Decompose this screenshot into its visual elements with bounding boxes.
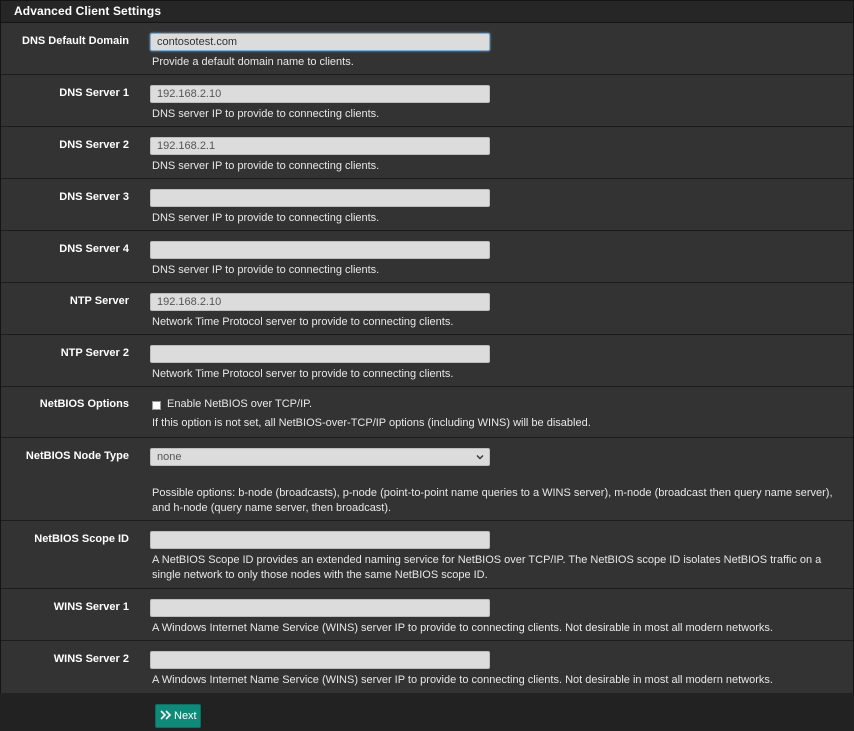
dns-server-3-input[interactable] (150, 189, 490, 207)
dns-default-domain-label: DNS Default Domain (22, 35, 129, 47)
advanced-client-settings-panel: Advanced Client Settings DNS Default Dom… (0, 0, 854, 694)
wins-server-1-label: WINS Server 1 (53, 601, 129, 613)
netbios-options-help: If this option is not set, all NetBIOS-o… (152, 417, 591, 429)
netbios-options-label: NetBIOS Options (39, 398, 129, 410)
netbios-scope-id-help: A NetBIOS Scope ID provides an extended … (152, 554, 822, 581)
row-dns-server-4: DNS Server 4 DNS server IP to provide to… (1, 231, 853, 283)
dns-server-4-label: DNS Server 4 (59, 243, 129, 255)
ntp-server-2-help: Network Time Protocol server to provide … (152, 368, 454, 380)
form-footer: Next (0, 693, 854, 731)
netbios-node-type-label: NetBIOS Node Type (25, 450, 129, 462)
row-netbios-scope-id: NetBIOS Scope ID A NetBIOS Scope ID prov… (1, 521, 853, 589)
dns-server-2-help: DNS server IP to provide to connecting c… (152, 160, 380, 172)
row-ntp-server: NTP Server Network Time Protocol server … (1, 283, 853, 335)
dns-server-2-label: DNS Server 2 (59, 139, 129, 151)
row-dns-server-3: DNS Server 3 DNS server IP to provide to… (1, 179, 853, 231)
row-wins-server-1: WINS Server 1 A Windows Internet Name Se… (1, 589, 853, 641)
chevron-down-icon (476, 455, 484, 460)
dns-server-1-label: DNS Server 1 (59, 87, 129, 99)
ntp-server-2-label: NTP Server 2 (60, 347, 129, 359)
netbios-node-type-help: Possible options: b-node (broadcasts), p… (152, 487, 833, 514)
next-button-label: Next (174, 710, 197, 722)
netbios-scope-id-input[interactable] (150, 531, 490, 549)
row-dns-default-domain: DNS Default Domain Provide a default dom… (1, 23, 853, 75)
netbios-scope-id-label: NetBIOS Scope ID (34, 533, 129, 545)
dns-server-2-input[interactable] (150, 137, 490, 155)
dns-server-4-input[interactable] (150, 241, 490, 259)
panel-title: Advanced Client Settings (1, 1, 853, 23)
dns-default-domain-help: Provide a default domain name to clients… (152, 56, 354, 68)
wins-server-2-help: A Windows Internet Name Service (WINS) s… (152, 674, 773, 686)
row-netbios-node-type: NetBIOS Node Type none Possible options:… (1, 438, 853, 521)
row-dns-server-1: DNS Server 1 DNS server IP to provide to… (1, 75, 853, 127)
dns-server-4-help: DNS server IP to provide to connecting c… (152, 264, 380, 276)
dns-server-1-help: DNS server IP to provide to connecting c… (152, 108, 380, 120)
ntp-server-label: NTP Server (69, 295, 129, 307)
wins-server-2-label: WINS Server 2 (53, 653, 129, 665)
wins-server-2-input[interactable] (150, 651, 490, 669)
dns-default-domain-input[interactable] (150, 33, 490, 51)
row-dns-server-2: DNS Server 2 DNS server IP to provide to… (1, 127, 853, 179)
row-ntp-server-2: NTP Server 2 Network Time Protocol serve… (1, 335, 853, 387)
netbios-node-type-selected: none (157, 451, 182, 463)
enable-netbios-checkbox[interactable] (152, 401, 161, 410)
ntp-server-input[interactable] (150, 293, 490, 311)
dns-server-3-help: DNS server IP to provide to connecting c… (152, 212, 380, 224)
wins-server-1-help: A Windows Internet Name Service (WINS) s… (152, 622, 773, 634)
netbios-node-type-select[interactable]: none (150, 448, 490, 466)
row-wins-server-2: WINS Server 2 A Windows Internet Name Se… (1, 641, 853, 693)
enable-netbios-checkbox-label[interactable]: Enable NetBIOS over TCP/IP. (167, 398, 312, 410)
wins-server-1-input[interactable] (150, 599, 490, 617)
dns-server-1-input[interactable] (150, 85, 490, 103)
next-button[interactable]: Next (155, 704, 201, 728)
row-netbios-options: NetBIOS Options Enable NetBIOS over TCP/… (1, 387, 853, 438)
ntp-server-2-input[interactable] (150, 345, 490, 363)
ntp-server-help: Network Time Protocol server to provide … (152, 316, 454, 328)
double-chevron-right-icon (160, 710, 172, 720)
dns-server-3-label: DNS Server 3 (59, 191, 129, 203)
